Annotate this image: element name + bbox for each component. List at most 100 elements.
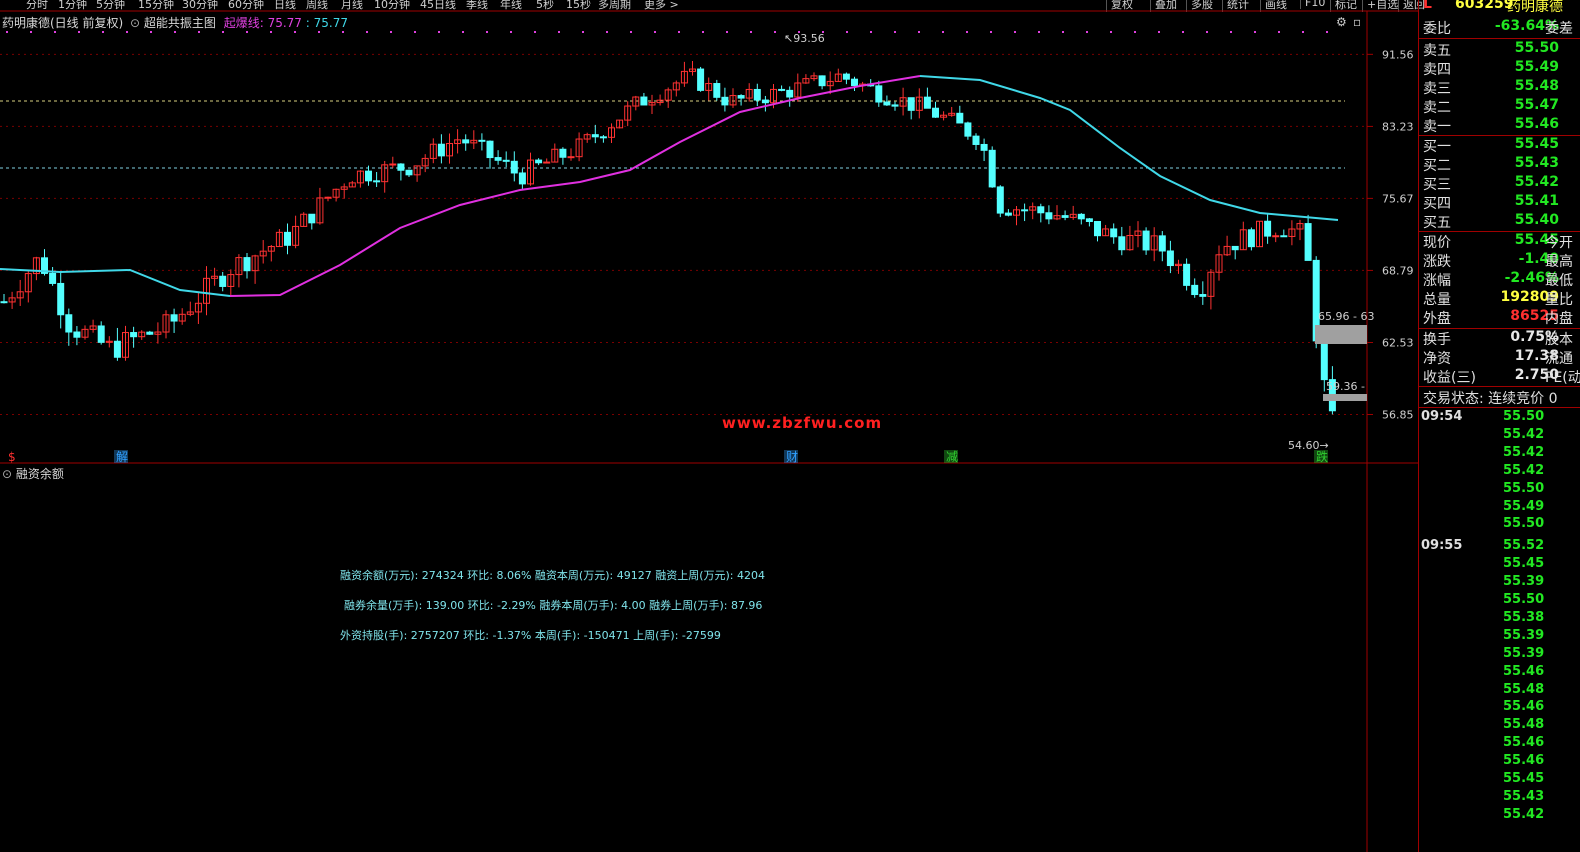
- signal-dot: [318, 31, 320, 33]
- candle-body: [964, 122, 972, 137]
- tick-price: 55.39: [1503, 574, 1545, 590]
- quote-row-label: 总量: [1423, 292, 1451, 308]
- signal-dot: [1158, 31, 1160, 33]
- signal-dot: [174, 31, 176, 33]
- dropdown-icon[interactable]: ⊙: [130, 16, 140, 30]
- candle-body: [1110, 228, 1118, 238]
- candle-body: [1320, 340, 1328, 381]
- event-marker: 财: [786, 450, 798, 464]
- maximize-icon: ▫: [1353, 15, 1361, 29]
- tick-row: 55.39: [1419, 574, 1579, 592]
- signal-dot: [1302, 31, 1304, 33]
- sub-panel-name: 融资余额: [15, 467, 64, 481]
- candle-body: [1304, 223, 1312, 261]
- candle-body: [243, 257, 251, 272]
- trade-status-text: 交易状态: 连续竞价 0: [1423, 391, 1558, 407]
- fund-row-ext: 流通: [1545, 351, 1573, 367]
- signal-dot: [990, 31, 992, 33]
- signal-dot: [246, 31, 248, 33]
- quote-row-ext: 内盘: [1545, 311, 1573, 327]
- signal-dot: [774, 31, 776, 33]
- candle-body: [219, 275, 227, 287]
- tick-price: 55.42: [1503, 444, 1545, 460]
- tick-row: 55.45: [1419, 771, 1579, 789]
- quote-row: 涨跌 -1.40 最高: [1421, 251, 1580, 270]
- tick-row: 55.42: [1419, 807, 1579, 825]
- bid-row-value: 55.40: [1514, 212, 1559, 228]
- signal-dot: [750, 31, 752, 33]
- signal-dot: [702, 31, 704, 33]
- indicator-line-value: : 75.77: [305, 16, 348, 30]
- signal-dot: [894, 31, 896, 33]
- tick-price: 55.50: [1503, 516, 1545, 532]
- candle-body: [49, 272, 57, 284]
- sub-panel-title[interactable]: ⊙ 融资余额: [2, 465, 64, 482]
- bid-row: 买三 55.42: [1421, 174, 1580, 193]
- signal-dot: [30, 31, 32, 33]
- tick-row: 55.48: [1419, 717, 1579, 735]
- signal-dot: [846, 31, 848, 33]
- bid-row-value: 55.41: [1514, 193, 1559, 209]
- tick-price: 55.48: [1503, 681, 1545, 697]
- level-box-lower: [1323, 394, 1367, 401]
- foreign-holding-stat: 外资持股(手): 2757207 环比: -1.37% 本周(手): -1504…: [340, 629, 721, 642]
- signal-dot: [606, 31, 608, 33]
- quote-row-label: 外盘: [1423, 311, 1451, 327]
- tick-time: 09:54: [1421, 409, 1463, 424]
- dropdown-icon[interactable]: ⊙: [2, 467, 12, 481]
- signal-dot: [1110, 31, 1112, 33]
- signal-dot: [1038, 31, 1040, 33]
- signal-dot: [54, 31, 56, 33]
- indicator-title[interactable]: ⊙ 超能共振主图 起爆线: 75.77 : 75.77: [130, 14, 348, 31]
- signal-dot: [366, 31, 368, 33]
- signal-dot: [726, 31, 728, 33]
- signal-dot: [414, 31, 416, 33]
- candle-body: [146, 331, 154, 335]
- tick-price: 55.39: [1503, 627, 1545, 643]
- signal-dot: [966, 31, 968, 33]
- tick-row: 55.39: [1419, 628, 1579, 646]
- ask-row-label: 卖四: [1423, 62, 1451, 78]
- bid-row-label: 买二: [1423, 158, 1451, 174]
- tick-price: 55.38: [1503, 609, 1545, 625]
- tick-price: 55.43: [1503, 788, 1545, 804]
- candle-body: [494, 157, 502, 161]
- candle-body: [0, 301, 8, 304]
- signal-dot: [678, 31, 680, 33]
- signal-dot: [222, 31, 224, 33]
- tick-row: 55.46: [1419, 664, 1579, 682]
- margin-financing-stat: 融资余额(万元): 274324 环比: 8.06% 融资本周(万元): 491…: [340, 569, 765, 582]
- candle-body: [373, 180, 381, 183]
- candle-body: [1061, 215, 1069, 218]
- tick-row: 55.46: [1419, 735, 1579, 753]
- indicator-line-label: 起爆线: 75.77: [223, 16, 302, 30]
- tick-row: 55.48: [1419, 682, 1579, 700]
- fund-row-label: 净资: [1423, 351, 1451, 367]
- signal-dot: [558, 31, 560, 33]
- quote-row-label: 涨幅: [1423, 273, 1451, 289]
- signal-dot: [462, 31, 464, 33]
- signal-dot: [534, 31, 536, 33]
- candle-body: [996, 186, 1004, 214]
- bid-row-value: 55.42: [1514, 174, 1559, 190]
- candle-body: [713, 83, 721, 98]
- price-axis-label: 68.79: [1382, 264, 1414, 277]
- signal-dot: [1206, 31, 1208, 33]
- kline-chart[interactable]: 91.5683.2375.6768.7962.5356.85↖93.5654.6…: [0, 0, 1418, 852]
- candle-body: [65, 314, 73, 333]
- candle-body: [1094, 221, 1101, 237]
- event-marker: 减: [946, 450, 958, 464]
- signal-dot: [870, 31, 872, 33]
- tick-price: 55.46: [1503, 699, 1545, 715]
- candle-body: [510, 160, 518, 174]
- candle-body: [599, 136, 607, 139]
- tick-row: 55.50: [1419, 481, 1579, 499]
- candle-body: [1004, 212, 1012, 216]
- quote-row-ext: 最高: [1545, 254, 1573, 270]
- fund-row: 换手 0.75% 股本: [1421, 329, 1580, 348]
- candle-body: [1272, 235, 1280, 238]
- quote-row: 总量 192809 量比: [1421, 289, 1580, 308]
- ask-row-value: 55.48: [1514, 78, 1559, 94]
- signal-dot: [1254, 31, 1256, 33]
- ask-row: 卖二 55.47: [1421, 97, 1580, 116]
